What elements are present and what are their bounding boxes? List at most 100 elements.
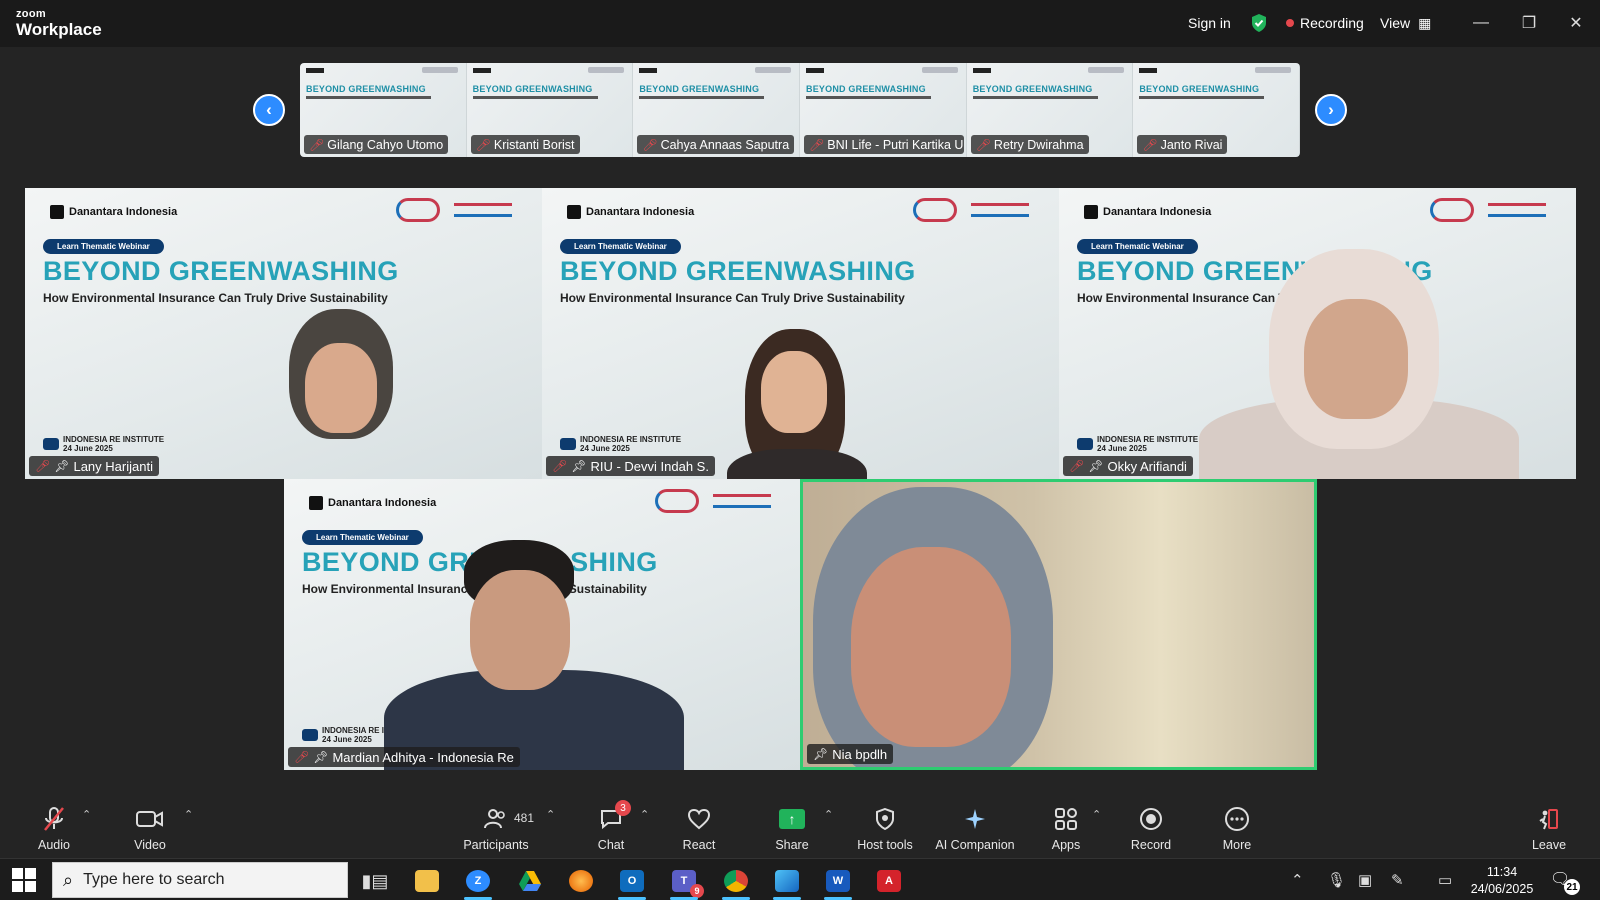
slide-brand: Danantara Indonesia	[567, 205, 694, 219]
mic-muted-icon: 🎤︎	[1142, 137, 1158, 152]
google-drive-icon[interactable]	[510, 865, 550, 897]
share-caret-icon[interactable]: ⌃	[824, 808, 833, 821]
taskbar-search-box[interactable]: ⌕ Type here to search	[52, 862, 348, 898]
encryption-shield-icon[interactable]	[1250, 10, 1268, 36]
tile-name-label: 🎤︎ 📌︎ RIU - Devvi Indah S.	[546, 456, 715, 476]
apps-caret-icon[interactable]: ⌃	[1092, 808, 1101, 821]
task-view-icon[interactable]: ▮▤	[355, 865, 395, 897]
audio-label: Audio	[38, 838, 70, 852]
video-tile[interactable]: Danantara Indonesia Learn Thematic Webin…	[284, 479, 801, 770]
react-label: React	[682, 838, 716, 852]
acrobat-icon[interactable]: A	[869, 865, 909, 897]
video-button[interactable]: Video	[108, 806, 192, 852]
thumbnail-tile[interactable]: BEYOND GREENWASHING 🎤︎ Janto Rivai	[1133, 63, 1300, 157]
thumbnail-tile[interactable]: BEYOND GREENWASHING 🎤︎ Cahya Annaas Saput…	[633, 63, 801, 157]
notification-center-icon[interactable]: 🗨︎ 21	[1550, 869, 1580, 895]
chrome-icon[interactable]	[716, 865, 756, 900]
slide-logos	[755, 67, 792, 73]
taskbar-clock[interactable]: 11:34 24/06/2025	[1470, 864, 1534, 898]
close-icon[interactable]: ✕	[1563, 10, 1589, 36]
thumbnail-tile[interactable]: BEYOND GREENWASHING 🎤︎ Gilang Cahyo Utomo	[300, 63, 467, 157]
teams-badge: 9	[690, 884, 704, 898]
thumbnail-tile[interactable]: BEYOND GREENWASHING 🎤︎ Retry Dwirahma	[966, 63, 1134, 157]
chat-caret-icon[interactable]: ⌃	[640, 808, 649, 821]
participant-name: Janto Rivai	[1160, 137, 1223, 152]
active-speaker-tile[interactable]: 📌︎ Nia bpdlh	[800, 479, 1317, 770]
leave-button[interactable]: Leave	[1507, 806, 1591, 852]
minimize-icon[interactable]: —	[1468, 10, 1494, 36]
zoom-logo: zoom Workplace	[16, 8, 102, 39]
more-button[interactable]: More	[1195, 806, 1279, 852]
camera-icon	[1077, 438, 1093, 450]
participant-name: Kristanti Borist	[493, 137, 575, 152]
thumb-name-label: 🎤︎ Gilang Cahyo Utomo	[304, 135, 449, 154]
logo-brand: zoom	[16, 8, 46, 20]
slide-logos	[588, 67, 625, 73]
video-options-caret-icon[interactable]: ⌃	[184, 808, 193, 821]
slide-partner-logos	[913, 198, 1029, 222]
apps-icon	[1054, 806, 1078, 832]
chat-icon: 3	[599, 800, 631, 832]
indonesia-re-logo-icon	[1430, 198, 1474, 222]
participant-name: Nia bpdlh	[832, 746, 888, 762]
participants-caret-icon[interactable]: ⌃	[546, 808, 555, 821]
heart-icon	[687, 806, 711, 832]
participant-name: Okky Arifiandi	[1107, 458, 1187, 474]
slide-date: 24 June 2025	[322, 735, 372, 744]
video-tile[interactable]: Danantara Indonesia Learn Thematic Webin…	[25, 188, 542, 479]
meeting-toolbar: Audio ⌃ Video ⌃ Participants 481 ⌃ 3 Cha…	[0, 796, 1600, 858]
thumb-slide-subtitle	[972, 96, 1098, 99]
tile-name-label: 🎤︎ 📌︎ Lany Harijanti	[29, 456, 159, 476]
host-tools-button[interactable]: Host tools	[843, 806, 927, 852]
recording-indicator[interactable]: Recording	[1286, 10, 1364, 36]
firefox-icon[interactable]	[561, 865, 601, 897]
strip-next-button[interactable]: ›	[1315, 94, 1347, 126]
view-button[interactable]: View ▦	[1380, 10, 1431, 36]
display-icon[interactable]: ▣	[1358, 871, 1372, 889]
react-button[interactable]: React	[657, 806, 741, 852]
sign-in-button[interactable]: Sign in	[1188, 10, 1231, 36]
thumbnail-tile[interactable]: BEYOND GREENWASHING 🎤︎ BNI Life - Putri K…	[800, 63, 967, 157]
restore-icon[interactable]: ❐	[1516, 10, 1542, 36]
file-explorer-icon[interactable]	[407, 865, 447, 897]
participants-label: Participants	[463, 838, 529, 852]
video-tile[interactable]: Danantara Indonesia Learn Thematic Webin…	[542, 188, 1059, 479]
slide-date: 24 June 2025	[1097, 444, 1147, 453]
participant-video	[717, 329, 877, 479]
slide-brand: Danantara Indonesia	[309, 496, 436, 510]
logo-product: Workplace	[16, 20, 102, 39]
thumb-slide-title: BEYOND GREENWASHING	[639, 84, 760, 94]
participants-icon	[484, 806, 508, 832]
word-icon[interactable]: W	[818, 865, 858, 900]
zoom-app-icon[interactable]: Z	[458, 865, 498, 900]
slide-logos	[921, 67, 958, 73]
thumb-name-label: 🎤︎ Janto Rivai	[1137, 135, 1228, 154]
participants-count: 481	[514, 811, 535, 825]
windows-start-icon[interactable]	[12, 868, 36, 892]
ai-companion-button[interactable]: AI Companion	[933, 806, 1017, 852]
slide-logos	[1088, 67, 1125, 73]
thumb-name-label: 🎤︎ Kristanti Borist	[470, 135, 580, 154]
share-button[interactable]: ↑ Share	[750, 806, 834, 852]
outlook-icon[interactable]: O	[612, 865, 652, 900]
strip-prev-button[interactable]: ‹	[253, 94, 285, 126]
microphone-icon[interactable]: 🎙︎	[1327, 871, 1346, 889]
record-button[interactable]: Record	[1109, 806, 1193, 852]
audio-options-caret-icon[interactable]: ⌃	[82, 808, 91, 821]
thumbnail-tile[interactable]: BEYOND GREENWASHING 🎤︎ Kristanti Borist	[466, 63, 634, 157]
slide-brand-mark	[306, 68, 324, 73]
institute-text: INDONESIA RE INSTITUTE	[63, 435, 165, 444]
participant-strip: BEYOND GREENWASHING 🎤︎ Gilang Cahyo Utomo…	[300, 63, 1300, 157]
video-tile[interactable]: Danantara Indonesia Learn Thematic Webin…	[1059, 188, 1576, 479]
recording-dot-icon	[1286, 19, 1294, 27]
show-hidden-icons-icon[interactable]: ⌃	[1291, 871, 1304, 889]
slide-brand-text: Danantara Indonesia	[1103, 205, 1212, 218]
photos-icon[interactable]	[767, 865, 807, 900]
teams-icon[interactable]: T9	[664, 865, 704, 900]
tile-name-label: 🎤︎ 📌︎ Okky Arifiandi	[1063, 456, 1193, 476]
slide-partner-logos	[655, 489, 771, 513]
pen-icon[interactable]: ✎	[1391, 871, 1404, 889]
slide-badge: Learn Thematic Webinar	[1077, 239, 1198, 254]
mic-muted-icon: 🎤︎	[642, 137, 658, 152]
keyboard-icon[interactable]: ▭	[1438, 871, 1452, 889]
